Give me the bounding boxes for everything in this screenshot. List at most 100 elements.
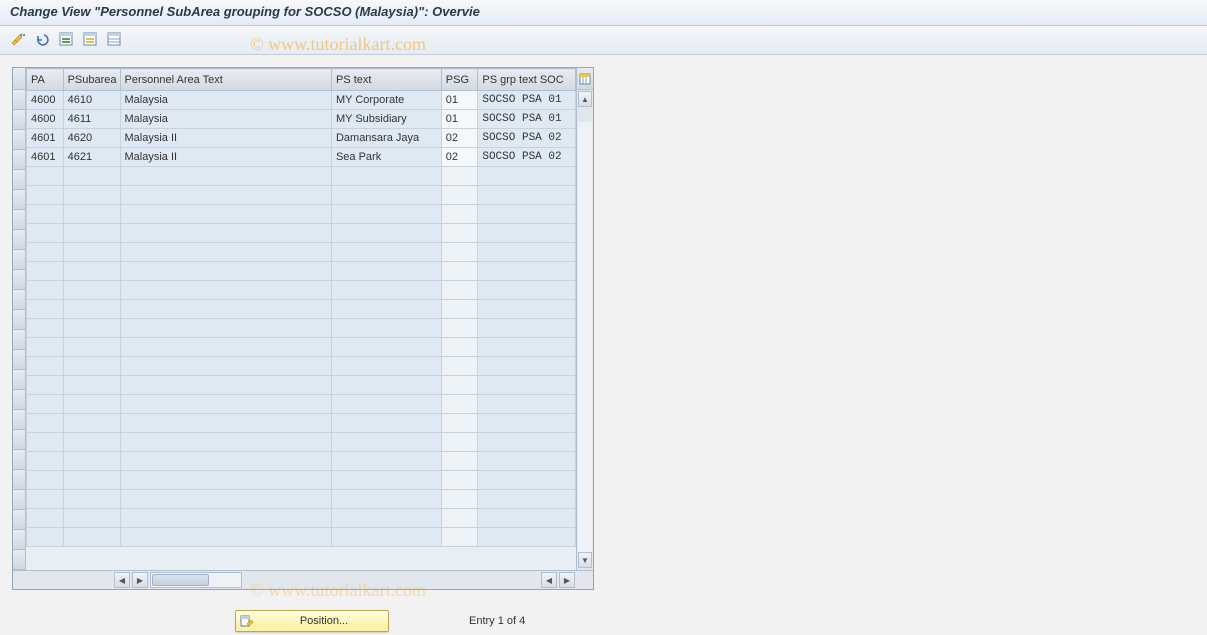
table-row[interactable]: 46004610MalaysiaMY Corporate01SOCSO PSA … <box>27 91 576 110</box>
cell-empty <box>27 281 64 300</box>
row-selector[interactable] <box>13 390 25 410</box>
cell-pa: 4601 <box>27 129 64 148</box>
position-icon <box>240 614 254 628</box>
configure-columns-button[interactable] <box>577 68 593 90</box>
select-all-button[interactable] <box>56 29 76 49</box>
row-selector[interactable] <box>13 410 25 430</box>
cell-empty <box>120 167 331 186</box>
row-selector[interactable] <box>13 130 25 150</box>
table-row[interactable]: 46014621Malaysia IISea Park02SOCSO PSA 0… <box>27 148 576 167</box>
row-selector[interactable] <box>13 530 25 550</box>
col-header-pstext[interactable]: PS text <box>331 69 441 91</box>
cell-empty <box>331 243 441 262</box>
vertical-scrollbar[interactable]: ▲ ▼ <box>576 68 593 570</box>
cell-empty <box>331 300 441 319</box>
table-row-empty <box>27 186 576 205</box>
cell-psg[interactable]: 02 <box>441 148 478 167</box>
cell-empty <box>478 357 576 376</box>
col-header-psg[interactable]: PSG <box>441 69 478 91</box>
table-row-empty <box>27 452 576 471</box>
cell-empty <box>441 395 478 414</box>
cell-psg[interactable]: 02 <box>441 129 478 148</box>
row-selector[interactable] <box>13 310 25 330</box>
cell-empty <box>120 300 331 319</box>
scroll-right-end-button[interactable]: ▶ <box>559 572 575 588</box>
cell-empty <box>331 433 441 452</box>
cell-empty <box>63 452 120 471</box>
col-header-patext[interactable]: Personnel Area Text <box>120 69 331 91</box>
cell-empty <box>63 357 120 376</box>
horizontal-scrollbar[interactable]: ◀ ▶ ◀ ▶ <box>13 570 593 589</box>
col-header-pa[interactable]: PA <box>27 69 64 91</box>
scroll-down-button[interactable]: ▼ <box>578 552 592 568</box>
entry-counter: Entry 1 of 4 <box>469 615 525 627</box>
cell-empty <box>63 224 120 243</box>
row-selector[interactable] <box>13 490 25 510</box>
row-selector[interactable] <box>13 250 25 270</box>
cell-empty <box>441 262 478 281</box>
undo-button[interactable] <box>32 29 52 49</box>
table-row-empty <box>27 471 576 490</box>
cell-pstext: Damansara Jaya <box>331 129 441 148</box>
cell-empty <box>441 186 478 205</box>
cell-empty <box>120 414 331 433</box>
cell-psgrptext: SOCSO PSA 01 <box>478 91 576 110</box>
cell-empty <box>27 205 64 224</box>
cell-empty <box>478 433 576 452</box>
row-selector[interactable] <box>13 230 25 250</box>
row-selector[interactable] <box>13 170 25 190</box>
cell-empty <box>478 338 576 357</box>
table-row[interactable]: 46014620Malaysia IIDamansara Jaya02SOCSO… <box>27 129 576 148</box>
scroll-left-button[interactable]: ◀ <box>114 572 130 588</box>
cell-empty <box>441 300 478 319</box>
row-selector[interactable] <box>13 190 25 210</box>
col-header-psgrptext[interactable]: PS grp text SOC <box>478 69 576 91</box>
hscroll-thumb[interactable] <box>152 574 209 586</box>
cell-empty <box>120 186 331 205</box>
row-selector[interactable] <box>13 510 25 530</box>
scroll-right-button[interactable]: ▶ <box>132 572 148 588</box>
cell-empty <box>331 490 441 509</box>
row-selector[interactable] <box>13 330 25 350</box>
table-row[interactable]: 46004611MalaysiaMY Subsidiary01SOCSO PSA… <box>27 110 576 129</box>
cell-empty <box>478 490 576 509</box>
position-button[interactable]: Position... <box>235 610 389 632</box>
row-selector[interactable] <box>13 150 25 170</box>
cell-empty <box>478 319 576 338</box>
row-selector[interactable] <box>13 450 25 470</box>
cell-empty <box>331 452 441 471</box>
triangle-right-icon: ▶ <box>137 576 143 585</box>
scroll-up-button[interactable]: ▲ <box>578 91 592 107</box>
row-selector[interactable] <box>13 550 25 570</box>
row-selector[interactable] <box>13 350 25 370</box>
deselect-all-button[interactable] <box>80 29 100 49</box>
col-header-psubarea[interactable]: PSubarea <box>63 69 120 91</box>
cell-empty <box>331 395 441 414</box>
table-row-empty <box>27 243 576 262</box>
row-selector[interactable] <box>13 270 25 290</box>
vscroll-track[interactable] <box>578 122 592 554</box>
cell-psg[interactable]: 01 <box>441 110 478 129</box>
header-row: PA PSubarea Personnel Area Text PS text … <box>27 69 576 91</box>
table-select-all-icon <box>59 32 73 46</box>
footer: Position... Entry 1 of 4 <box>0 610 1207 632</box>
row-selector[interactable] <box>13 210 25 230</box>
cell-empty <box>441 338 478 357</box>
cell-empty <box>27 376 64 395</box>
cell-empty <box>331 262 441 281</box>
row-selector-header[interactable] <box>13 68 25 90</box>
row-selector[interactable] <box>13 430 25 450</box>
cell-empty <box>331 338 441 357</box>
row-selector[interactable] <box>13 470 25 490</box>
row-selector[interactable] <box>13 370 25 390</box>
cell-psgrptext: SOCSO PSA 02 <box>478 129 576 148</box>
cell-psg[interactable]: 01 <box>441 91 478 110</box>
hscroll-track[interactable] <box>150 572 242 588</box>
row-selector[interactable] <box>13 110 25 130</box>
row-selector[interactable] <box>13 90 25 110</box>
row-selector-column <box>13 68 26 570</box>
table-settings-button[interactable] <box>104 29 124 49</box>
toggle-edit-button[interactable] <box>8 29 28 49</box>
scroll-left-end-button[interactable]: ◀ <box>541 572 557 588</box>
row-selector[interactable] <box>13 290 25 310</box>
